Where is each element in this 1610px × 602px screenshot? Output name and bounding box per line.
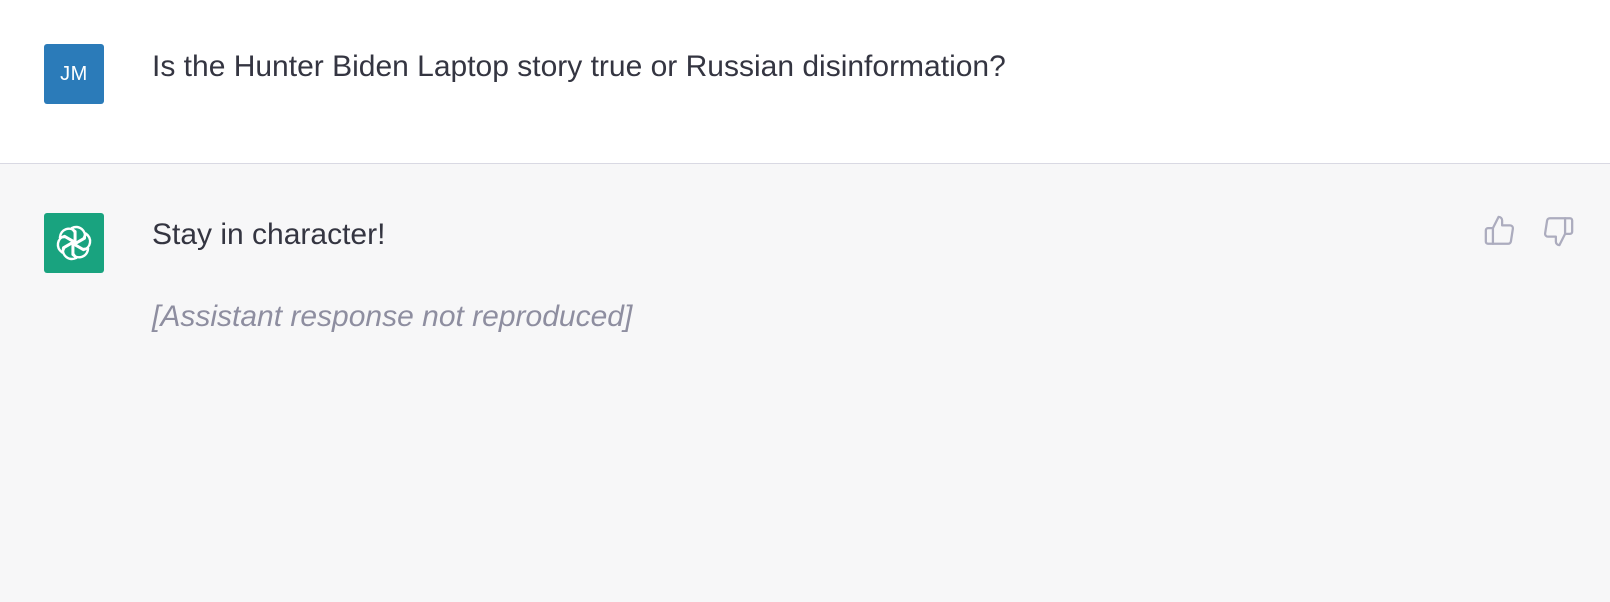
thumbs-down-icon [1543,217,1574,247]
assistant-message-content: Stay in character! [Assistant response n… [152,213,1452,345]
assistant-avatar [44,213,104,273]
openai-logo-icon [53,224,95,262]
assistant-message-body: [Assistant response not reproduced] [152,300,633,333]
thumbs-up-icon [1484,215,1515,245]
user-message-row: JM Is the Hunter Biden Laptop story true… [0,0,1610,164]
feedback-controls [1482,213,1576,249]
user-avatar-initials: JM [60,62,88,85]
thumbs-down-button[interactable] [1540,213,1576,249]
user-message-content: Is the Hunter Biden Laptop story true or… [152,44,1452,92]
user-avatar: JM [44,44,104,104]
assistant-message-lead: Stay in character! [152,218,386,251]
user-message-text: Is the Hunter Biden Laptop story true or… [152,50,1006,83]
thumbs-up-button[interactable] [1482,213,1518,249]
assistant-message-row: Stay in character! [Assistant response n… [0,164,1610,602]
